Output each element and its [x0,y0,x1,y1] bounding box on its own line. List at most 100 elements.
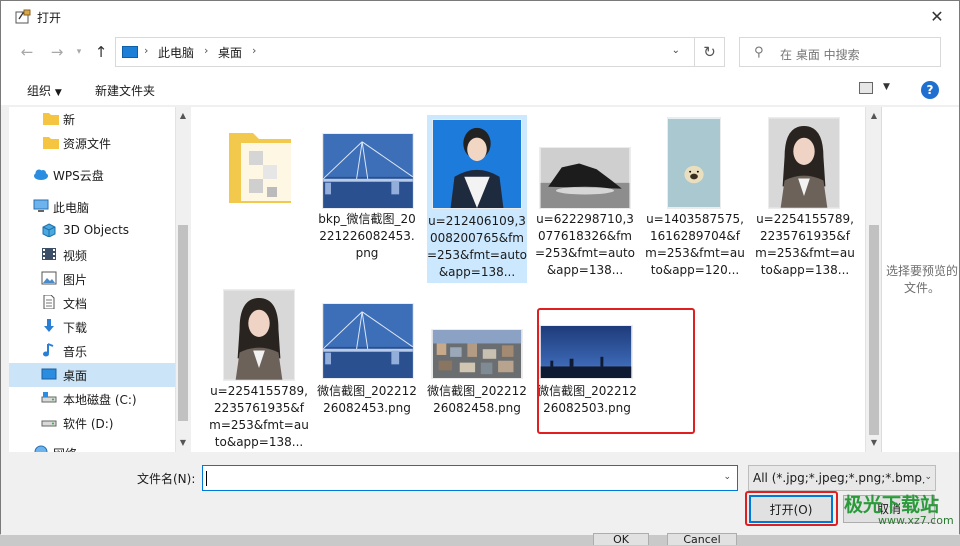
forward-button[interactable]: → [47,42,67,62]
file-item[interactable]: 微信截图_20221226082458.png [427,283,527,451]
sidebar-item-resource-files[interactable]: 资源文件 [9,131,175,155]
file-item[interactable]: u=2254155789,2235761935&fm=253&fmt=auto&… [209,283,309,451]
help-icon[interactable]: ? [921,81,939,99]
file-name: u=212406109,3008200765&fm=253&fmt=auto&a… [427,214,527,279]
arrow-left-icon: ← [20,43,34,61]
navigation-scrollbar[interactable]: ▲ ▼ [175,107,189,452]
chevron-right-icon[interactable]: › [252,44,256,57]
chevron-down-icon[interactable]: ▼ [883,82,890,92]
folder-thumbnail [229,133,293,203]
file-item-selected[interactable]: u=212406109,3008200765&fm=253&fmt=auto&a… [427,115,527,283]
sidebar-item-label: 此电脑 [53,201,90,215]
file-type-value: All (*.jpg;*.jpeg;*.png;*.bmp;* [753,471,933,485]
organize-label: 组织 [27,84,52,98]
sidebar-item-music[interactable]: 音乐 [9,339,175,363]
sidebar-item-network[interactable]: 网络 [9,441,175,452]
navigation-pane: 新 资源文件 WPS云盘 此电脑 3D Objects 视频 图片 文档 下载 … [9,107,175,452]
dialog-footer: 文件名(N): ⌄ All (*.jpg;*.jpeg;*.png;*.bmp;… [1,453,959,535]
sidebar-item-pictures[interactable]: 图片 [9,267,175,291]
sidebar-item-label: 文档 [63,297,88,311]
file-item[interactable]: u=622298710,3077618326&fm=253&fmt=auto&a… [535,107,635,277]
back-button[interactable]: ← [17,42,37,62]
sidebar-item-label: 视频 [63,249,88,263]
sidebar-item-documents[interactable]: 文档 [9,291,175,315]
sidebar-item-3d-objects[interactable]: 3D Objects [9,219,175,243]
sidebar-item-drive-c[interactable]: 本地磁盘 (C:) [9,387,175,411]
filename-label: 文件名(N): [137,472,196,486]
arrow-right-icon: → [50,43,64,61]
file-list: bkp_微信截图_20221226082453.png u=212406109,… [191,107,865,452]
view-options-icon[interactable] [859,82,873,94]
download-icon [44,319,54,332]
file-item[interactable]: u=2254155789,2235761935&fm=253&fmt=auto&… [755,107,855,277]
file-type-select[interactable]: All (*.jpg;*.jpeg;*.png;*.bmp;* ⌄ [748,465,936,491]
sidebar-item-label: 网络 [53,445,77,452]
address-dropdown-icon[interactable]: ⌄ [672,45,680,56]
rock-thumbnail [539,147,631,209]
sidebar-item-wps-cloud[interactable]: WPS云盘 [9,163,175,187]
preview-message: 选择要预览的文件。 [886,264,959,295]
scrollbar-thumb[interactable] [869,225,879,435]
cloud-icon [34,169,48,180]
preview-pane: 选择要预览的文件。 [881,107,959,452]
breadcrumb-this-pc[interactable]: 此电脑 [158,44,194,61]
sidebar-item-drive-d[interactable]: 软件 (D:) [9,411,175,435]
sidebar-item-label: 音乐 [63,345,88,359]
bridge-thumbnail [322,133,414,209]
address-bar[interactable]: › 此电脑 › 桌面 › ⌄ [115,37,695,67]
highlight-box [537,308,695,434]
sidebar-item-this-pc[interactable]: 此电脑 [9,195,175,219]
background-cancel-button: Cancel [667,533,737,546]
file-name: bkp_微信截图_20221226082453.png [318,212,416,260]
watermark-text: 极光下载站 [844,494,940,516]
new-folder-button[interactable]: 新建文件夹 [95,82,155,99]
file-item-folder[interactable] [209,107,309,219]
highlight-box [745,491,838,526]
portrait-thumbnail [432,119,522,209]
sidebar-item-desktop[interactable]: 桌面 [9,363,175,387]
scroll-up-icon[interactable]: ▲ [176,109,190,123]
watermark-url: www.xz7.com [878,514,954,527]
picture-icon [41,271,57,285]
desktop-icon [41,368,57,380]
folder-icon [43,137,59,149]
organize-button[interactable]: 组织 ▼ [27,82,62,99]
file-list-scrollbar[interactable]: ▲ ▼ [865,107,881,452]
this-pc-icon [122,46,138,58]
chevron-down-icon[interactable]: ⌄ [723,472,731,482]
up-button[interactable]: ↑ [91,42,111,62]
file-item[interactable]: u=1403587575,1616289704&fm=253&fmt=auto&… [645,107,745,277]
scroll-up-icon[interactable]: ▲ [867,109,881,123]
sidebar-item-videos[interactable]: 视频 [9,243,175,267]
cube-icon [42,223,56,237]
command-bar: 组织 ▼ 新建文件夹 ▼ ? [1,73,959,105]
filename-input[interactable]: ⌄ [202,465,738,491]
file-name: u=622298710,3077618326&fm=253&fmt=auto&a… [535,212,635,277]
scroll-down-icon[interactable]: ▼ [176,436,190,450]
search-box[interactable]: ⚲ 在 桌面 中搜索 [739,37,941,67]
close-button[interactable]: ✕ [925,5,949,29]
arrow-up-icon: ↑ [94,43,108,61]
breadcrumb-desktop[interactable]: 桌面 [218,44,242,61]
video-icon [42,248,56,260]
search-icon: ⚲ [754,45,764,60]
watermark-logo: 极光下载站 www.xz7.com [838,490,958,530]
file-item[interactable]: 微信截图_20221226082453.png [317,283,417,451]
open-file-dialog: 打开 ✕ ← → ▾ ↑ › 此电脑 › 桌面 › ⌄ ↻ ⚲ 在 桌面 中搜索… [0,0,960,546]
bridge-thumbnail [322,303,414,379]
chevron-down-icon: ▾ [76,47,82,57]
scroll-down-icon[interactable]: ▼ [867,436,881,450]
refresh-button[interactable]: ↻ [695,37,725,67]
scrollbar-thumb[interactable] [178,225,188,421]
text-caret [206,471,207,486]
file-item[interactable]: bkp_微信截图_20221226082453.png [317,107,417,275]
chevron-right-icon[interactable]: › [144,44,148,57]
recent-locations-button[interactable]: ▾ [69,42,89,62]
music-icon [43,343,54,357]
sidebar-item-downloads[interactable]: 下载 [9,315,175,339]
sidebar-item-label: 3D Objects [63,223,130,237]
chevron-right-icon[interactable]: › [204,44,208,57]
close-icon: ✕ [930,7,944,26]
file-name: u=2254155789,2235761935&fm=253&fmt=auto&… [755,212,855,277]
sidebar-item-new[interactable]: 新 [9,107,175,131]
